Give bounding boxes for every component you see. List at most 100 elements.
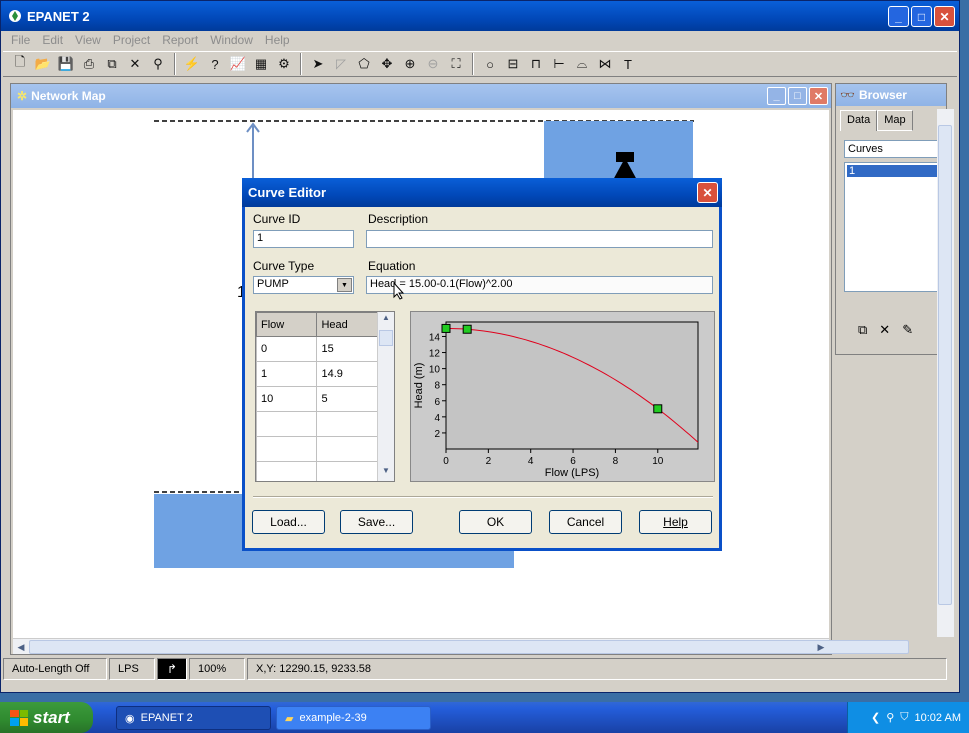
menu-edit[interactable]: Edit — [36, 33, 69, 47]
copy-icon[interactable]: ⧉ — [101, 53, 123, 75]
map-close-button[interactable]: ✕ — [809, 87, 828, 105]
query-icon[interactable]: ? — [204, 53, 226, 75]
menu-window[interactable]: Window — [204, 33, 259, 47]
curve-data-point[interactable] — [462, 324, 472, 334]
chevron-down-icon[interactable]: ▼ — [337, 278, 352, 292]
add-tank-icon[interactable]: ⊓ — [525, 53, 547, 75]
network-map-titlebar[interactable]: ✲ Network Map _ □ ✕ — [11, 84, 831, 108]
taskbar-item-epanet[interactable]: ◉ EPANET 2 — [116, 706, 271, 730]
select-object-icon[interactable]: ➤ — [307, 53, 329, 75]
scroll-up-icon[interactable]: ▲ — [379, 313, 393, 327]
print-icon[interactable]: ⎙ — [78, 53, 100, 75]
curve-data-point[interactable] — [653, 404, 663, 414]
dialog-titlebar[interactable]: Curve Editor ✕ — [242, 178, 722, 207]
select-vertex-icon[interactable]: ◸ — [330, 53, 352, 75]
menu-report[interactable]: Report — [156, 33, 204, 47]
save-button[interactable]: Save... — [340, 510, 413, 534]
minimize-button[interactable]: _ — [888, 6, 909, 27]
system-tray: ❮ ⚲ ⛉ 10:02 AM — [847, 702, 969, 733]
browser-item-list[interactable]: 1 — [844, 162, 944, 292]
description-field[interactable] — [366, 230, 713, 248]
cancel-button[interactable]: Cancel — [549, 510, 622, 534]
add-pump-icon[interactable]: ⌓ — [571, 53, 593, 75]
graph-icon[interactable]: 📈 — [227, 53, 249, 75]
flow-cell[interactable]: 0 — [256, 336, 318, 362]
find-icon[interactable]: ⚲ — [147, 53, 169, 75]
tab-data[interactable]: Data — [840, 110, 878, 131]
add-reservoir-icon[interactable]: ⊟ — [502, 53, 524, 75]
map-minimize-button[interactable]: _ — [767, 87, 786, 105]
network-icon[interactable]: ⚲ — [886, 711, 894, 724]
flow-cell[interactable]: 1 — [256, 361, 318, 387]
help-button[interactable]: Help — [639, 510, 712, 534]
menu-project[interactable]: Project — [107, 33, 156, 47]
select-region-icon[interactable]: ⬠ — [353, 53, 375, 75]
tab-map[interactable]: Map — [877, 110, 913, 131]
curve-data-point[interactable] — [441, 323, 451, 333]
delete-icon[interactable]: ✕ — [124, 53, 146, 75]
options-icon[interactable]: ⚙ — [273, 53, 295, 75]
run-icon[interactable]: ⚡ — [181, 53, 203, 75]
load-button[interactable]: Load... — [252, 510, 325, 534]
head-cell[interactable]: 15 — [316, 336, 378, 362]
scroll-down-icon[interactable]: ▼ — [379, 466, 393, 480]
dialog-close-button[interactable]: ✕ — [697, 182, 718, 203]
grid-scrollbar[interactable]: ▲ ▼ — [377, 312, 394, 481]
flow-cell[interactable] — [256, 411, 318, 437]
add-junction-icon[interactable]: ○ — [479, 53, 501, 75]
scroll-left-icon[interactable]: ◀ — [14, 640, 28, 654]
taskbar-item-folder[interactable]: ▰ example-2-39 — [276, 706, 431, 730]
flow-cell[interactable]: 10 — [256, 386, 318, 412]
pump-curve-chart: 2 4 6 8 10 12 14 0 2 4 6 8 10 Flow (LPS) Head (m) — [413, 321, 699, 479]
vertical-scrollbar[interactable] — [937, 109, 954, 637]
new-file-icon[interactable]: 🗋 — [9, 53, 31, 75]
head-cell[interactable]: 5 — [316, 386, 378, 412]
flow-cell[interactable] — [256, 436, 318, 462]
head-cell[interactable]: 14.9 — [316, 361, 378, 387]
edit-item-icon[interactable]: ✎ — [902, 322, 913, 338]
head-cell[interactable] — [316, 436, 378, 462]
head-cell[interactable] — [316, 461, 378, 481]
flow-cell[interactable] — [256, 461, 318, 481]
add-item-icon[interactable]: ⧉ — [858, 322, 867, 338]
open-folder-icon[interactable]: 📂 — [32, 53, 54, 75]
head-cell[interactable] — [316, 411, 378, 437]
table-icon[interactable]: ▦ — [250, 53, 272, 75]
zoom-in-icon[interactable]: ⊕ — [399, 53, 421, 75]
close-button[interactable]: ✕ — [934, 6, 955, 27]
horizontal-scroll-thumb[interactable] — [29, 640, 909, 654]
full-extent-icon[interactable]: ⛶ — [445, 53, 467, 75]
add-pipe-icon[interactable]: ⊢ — [548, 53, 570, 75]
grid-scroll-thumb[interactable] — [379, 330, 393, 346]
curve-type-select[interactable]: PUMP ▼ — [253, 276, 354, 294]
curve-id-field[interactable]: 1 — [253, 230, 354, 248]
clock[interactable]: 10:02 AM — [915, 712, 961, 724]
title-bar[interactable]: EPANET 2 _ □ ✕ — [1, 1, 959, 31]
column-header-head[interactable]: Head — [316, 312, 378, 337]
start-button[interactable]: start — [0, 702, 93, 733]
auto-length-status[interactable]: Auto-Length Off — [3, 658, 107, 680]
menu-help[interactable]: Help — [259, 33, 296, 47]
map-horizontal-scrollbar[interactable]: ◀ ▶ — [13, 638, 909, 654]
maximize-button[interactable]: □ — [911, 6, 932, 27]
menu-file[interactable]: File — [5, 33, 36, 47]
menu-view[interactable]: View — [69, 33, 107, 47]
add-valve-icon[interactable]: ⋈ — [594, 53, 616, 75]
zoom-out-icon[interactable]: ⊖ — [422, 53, 444, 75]
tray-chevron-icon[interactable]: ❮ — [871, 711, 880, 724]
browser-panel: 👓 Browser Data Map Curves 1 ⧉ ✕ ✎ — [835, 83, 947, 355]
map-maximize-button[interactable]: □ — [788, 87, 807, 105]
column-header-flow[interactable]: Flow — [256, 312, 318, 337]
browser-titlebar[interactable]: 👓 Browser — [836, 84, 946, 106]
ok-button[interactable]: OK — [459, 510, 532, 534]
browser-list-item[interactable]: 1 — [847, 165, 941, 177]
add-label-icon[interactable]: T — [617, 53, 639, 75]
pan-icon[interactable]: ✥ — [376, 53, 398, 75]
vertical-scroll-thumb[interactable] — [938, 125, 952, 605]
delete-item-icon[interactable]: ✕ — [879, 322, 890, 338]
browser-category-select[interactable]: Curves — [844, 140, 944, 158]
scroll-right-icon[interactable]: ▶ — [814, 640, 828, 654]
save-icon[interactable]: 💾 — [55, 53, 77, 75]
security-shield-icon[interactable]: ⛉ — [900, 711, 908, 724]
curve-data-grid[interactable]: Flow Head 0 15 1 14.9 10 5 ▲ ▼ — [255, 311, 395, 482]
